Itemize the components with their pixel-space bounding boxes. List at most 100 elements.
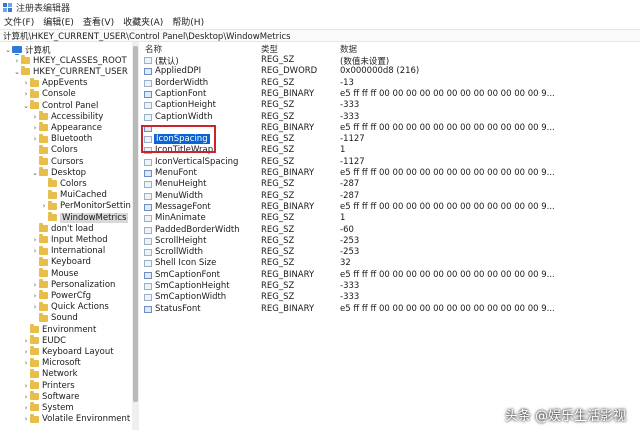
chevron-right-icon[interactable]: ›	[31, 247, 39, 255]
value-row[interactable]: CaptionFont REG_BINARY e5 ff ff ff 00 00 0…	[140, 89, 640, 100]
value-row[interactable]: MenuWidth REG_SZ -287	[140, 191, 640, 202]
value-row[interactable]: MinAnimate REG_SZ 1	[140, 213, 640, 224]
value-type: REG_SZ	[261, 235, 295, 246]
value-row[interactable]: AppliedDPI REG_DWORD 0x000000d8 (216)	[140, 66, 640, 77]
value-row[interactable]: (默认) REG_SZ (数值未设置)	[140, 55, 640, 67]
tree-item[interactable]: Cursors	[31, 156, 83, 167]
chevron-right-icon[interactable]: ›	[22, 359, 30, 367]
value-row[interactable]: ScrollWidth REG_SZ -253	[140, 247, 640, 258]
value-row[interactable]: MenuFont REG_BINARY e5 ff ff ff 00 00 00 0…	[140, 168, 640, 179]
chevron-right-icon[interactable]: ›	[22, 404, 30, 412]
tree-item[interactable]: › AppEvents	[22, 77, 87, 89]
value-row[interactable]: MessageFont REG_BINARY e5 ff ff ff 00 00 0…	[140, 202, 640, 213]
tree-item[interactable]: Environment	[22, 324, 96, 335]
chevron-right-icon[interactable]: ›	[31, 113, 39, 121]
chevron-right-icon[interactable]: ›	[22, 90, 30, 98]
chevron-right-icon[interactable]: ›	[22, 382, 30, 390]
chevron-right-icon[interactable]: ›	[22, 79, 30, 87]
address-path[interactable]: 计算机\HKEY_CURRENT_USER\Control Panel\Desk…	[3, 30, 291, 42]
value-row[interactable]: SmCaptionHeight REG_SZ -333	[140, 281, 640, 292]
chevron-right-icon[interactable]: ›	[31, 236, 39, 244]
value-row[interactable]: BorderWidth REG_SZ -13	[140, 78, 640, 89]
tree-item[interactable]: › International	[31, 245, 105, 257]
folder-icon	[30, 368, 39, 378]
tree-item[interactable]: Keyboard	[31, 256, 91, 268]
tree-item[interactable]: › Accessibility	[31, 111, 103, 122]
menu-help[interactable]: 帮助(H)	[172, 15, 204, 28]
tree-item[interactable]: › Quick Actions	[31, 301, 109, 313]
value-row[interactable]: Shell Icon Size REG_SZ 32	[140, 258, 640, 269]
chevron-right-icon[interactable]: ›	[22, 415, 30, 423]
tree-item[interactable]: › EUDC	[22, 335, 66, 346]
values-list-pane[interactable]: 名称 类型 数据 (默认) REG_SZ (数值未设置) AppliedDPI REG_…	[140, 42, 640, 430]
tree-item[interactable]: › Input Method	[31, 234, 108, 245]
chevron-down-icon[interactable]: ⌄	[4, 46, 12, 54]
tree-item[interactable]: › HKEY_CLASSES_ROOT	[13, 55, 127, 66]
menu-view[interactable]: 查看(V)	[83, 15, 114, 28]
tree-item[interactable]: Network	[22, 368, 78, 380]
tree-item[interactable]: › Appearance	[31, 122, 102, 133]
tree-item[interactable]: don't load	[31, 223, 94, 234]
address-bar[interactable]: 计算机\HKEY_CURRENT_USER\Control Panel\Desk…	[0, 29, 640, 42]
key-tree-pane[interactable]: ⌄ 计算机 › HKEY_CLASSES_ROOT ⌄ HKEY_CURRENT_USER…	[0, 42, 132, 430]
chevron-down-icon[interactable]: ⌄	[31, 169, 39, 177]
tree-item[interactable]: › Personalization	[31, 279, 115, 290]
tree-item[interactable]: › Bluetooth	[31, 133, 92, 145]
tree-item[interactable]: ⌄ 计算机	[4, 44, 50, 56]
tree-item[interactable]: › Console	[22, 88, 76, 100]
tree-item-label: Printers	[42, 380, 75, 391]
tree-item[interactable]: Mouse	[31, 268, 79, 279]
column-header-type[interactable]: 类型	[261, 43, 278, 55]
tree-item[interactable]: Sound	[31, 312, 78, 324]
chevron-right-icon[interactable]: ›	[22, 348, 30, 356]
value-row[interactable]: ScrollHeight REG_SZ -253	[140, 236, 640, 247]
tree-item[interactable]: › Volatile Environment	[22, 413, 130, 425]
tree-item[interactable]: › Microsoft	[22, 357, 81, 369]
value-row[interactable]: SmCaptionFont REG_BINARY e5 ff ff ff 00 00…	[140, 270, 640, 281]
tree-item[interactable]: › Software	[22, 391, 79, 402]
tree-item[interactable]: Colors	[40, 178, 87, 189]
tree-item[interactable]: › PowerCfg	[31, 290, 91, 301]
chevron-right-icon[interactable]: ›	[13, 57, 21, 65]
value-row[interactable]: StatusFont REG_BINARY e5 ff ff ff 00 00 00…	[140, 304, 640, 315]
menu-file[interactable]: 文件(F)	[4, 15, 34, 28]
tree-item[interactable]: › System	[22, 402, 74, 413]
value-row[interactable]: SmCaptionWidth REG_SZ -333	[140, 292, 640, 303]
chevron-right-icon[interactable]: ›	[31, 303, 39, 311]
string-value-icon	[144, 215, 152, 223]
tree-item[interactable]: Colors	[31, 144, 78, 156]
value-data: e5 ff ff ff 00 00 00 00 00 00 00 00 00 0…	[340, 201, 555, 212]
value-row[interactable]: MenuHeight REG_SZ -287	[140, 179, 640, 190]
chevron-down-icon[interactable]: ⌄	[22, 102, 30, 110]
chevron-right-icon[interactable]: ›	[31, 124, 39, 132]
value-row[interactable]: PaddedBorderWidth REG_SZ -60	[140, 225, 640, 236]
chevron-right-icon[interactable]: ›	[31, 292, 39, 300]
value-row[interactable]: IconVerticalSpacing REG_SZ -1127	[140, 157, 640, 168]
tree-scrollbar[interactable]	[132, 42, 139, 430]
column-header-name[interactable]: 名称	[145, 43, 162, 55]
tree-item[interactable]: › Keyboard Layout	[22, 346, 114, 357]
tree-scrollbar-thumb[interactable]	[133, 46, 138, 402]
value-row[interactable]: CaptionWidth REG_SZ -333	[140, 112, 640, 123]
tree-item[interactable]: ⌄ Control Panel	[22, 100, 98, 111]
tree-item[interactable]: › Printers	[22, 380, 75, 391]
tree-item-label: PerMonitorSettin	[60, 201, 131, 212]
menu-favorites[interactable]: 收藏夹(A)	[123, 15, 163, 28]
chevron-down-icon[interactable]: ⌄	[13, 68, 21, 76]
value-row[interactable]: CaptionHeight REG_SZ -333	[140, 100, 640, 111]
chevron-right-icon[interactable]: ›	[22, 337, 30, 345]
folder-icon	[39, 167, 48, 177]
tree-item[interactable]: ⌄ Desktop	[31, 167, 86, 178]
chevron-right-icon[interactable]: ›	[22, 393, 30, 401]
tree-item-label: Control Panel	[42, 100, 99, 111]
tree-item[interactable]: › PerMonitorSettin	[40, 200, 131, 212]
tree-item[interactable]: WindowMetrics	[40, 212, 129, 223]
tree-item[interactable]: MuiCached	[40, 189, 107, 201]
menu-edit[interactable]: 编辑(E)	[43, 15, 74, 28]
chevron-right-icon[interactable]: ›	[31, 135, 39, 143]
chevron-right-icon[interactable]: ›	[40, 202, 48, 210]
chevron-right-icon[interactable]: ›	[31, 281, 39, 289]
tree-item[interactable]: ⌄ HKEY_CURRENT_USER	[13, 66, 128, 77]
folder-icon	[48, 189, 57, 199]
column-header-data[interactable]: 数据	[340, 43, 357, 55]
